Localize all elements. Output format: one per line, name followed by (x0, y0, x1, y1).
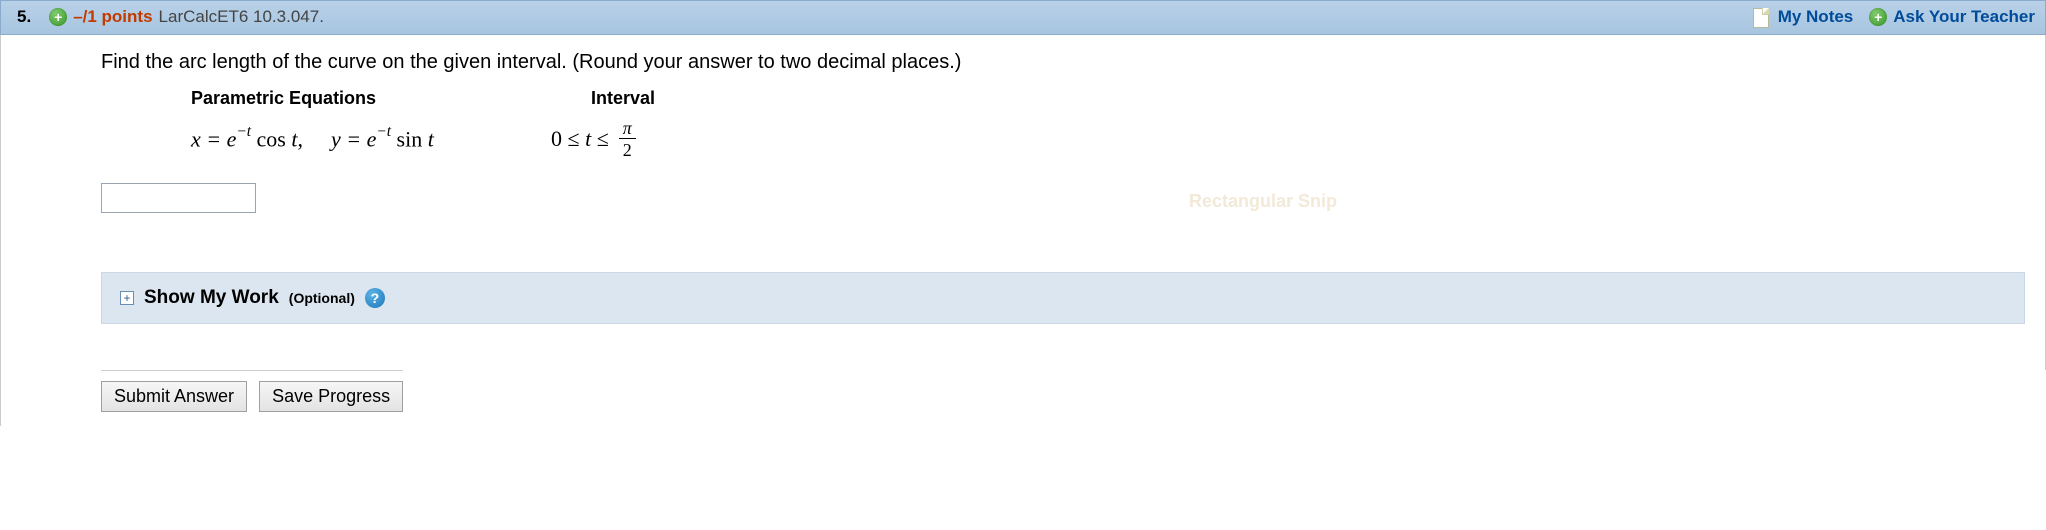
interval-denominator: 2 (623, 139, 632, 159)
plus-icon: + (1869, 8, 1887, 26)
submit-answer-button[interactable]: Submit Answer (101, 381, 247, 412)
eq-x-lhs: x = e (191, 126, 236, 151)
my-notes-label: My Notes (1778, 7, 1854, 26)
eq-y-rhs: sin t (391, 126, 434, 151)
show-my-work-panel[interactable]: + Show My Work (Optional) ? (101, 272, 2025, 324)
save-progress-button[interactable]: Save Progress (259, 381, 403, 412)
button-row: Submit Answer Save Progress (101, 370, 403, 426)
my-notes-link[interactable]: My Notes (1753, 7, 1853, 28)
column-header-interval: Interval (591, 88, 655, 109)
question-prompt: Find the arc length of the curve on the … (101, 51, 2025, 74)
expand-icon[interactable]: + (120, 291, 134, 305)
points-label: –/1 points (73, 7, 152, 27)
parametric-equations: x = e−t cos t, y = e−t sin t (191, 125, 521, 152)
question-body: Find the arc length of the curve on the … (0, 35, 2046, 370)
note-icon (1753, 8, 1769, 28)
interval-prefix: 0 ≤ t ≤ (551, 126, 609, 152)
equations-block: Parametric Equations Interval x = e−t co… (191, 88, 2025, 159)
interval-expression: 0 ≤ t ≤ π 2 (551, 119, 636, 159)
question-number: 5. (17, 7, 31, 27)
question-header: 5. + –/1 points LarCalcET6 10.3.047. My … (0, 0, 2046, 35)
source-label: LarCalcET6 10.3.047. (159, 7, 324, 27)
eq-y-lhs: y = e (331, 126, 376, 151)
eq-y-exp: −t (376, 123, 391, 140)
watermark: Rectangular Snip (501, 191, 2025, 212)
help-icon[interactable]: ? (365, 288, 385, 308)
eq-x-rhs: cos t, (251, 126, 303, 151)
plus-icon[interactable]: + (49, 8, 67, 26)
column-header-equations: Parametric Equations (191, 88, 521, 109)
show-work-optional: (Optional) (289, 290, 355, 306)
answer-input[interactable] (101, 183, 256, 213)
ask-teacher-link[interactable]: + Ask Your Teacher (1869, 7, 2035, 27)
show-work-label: Show My Work (144, 287, 279, 309)
ask-teacher-label: Ask Your Teacher (1893, 7, 2035, 27)
eq-x-exp: −t (236, 123, 251, 140)
interval-numerator: π (619, 119, 636, 139)
